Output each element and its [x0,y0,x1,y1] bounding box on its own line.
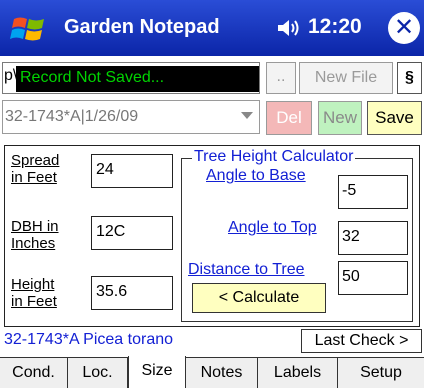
height-label-line1: Height [11,276,55,293]
record-select-value: 32-1743*A|1/26/09 [5,108,139,125]
clock[interactable]: 12:20 [308,15,362,39]
dbh-input[interactable]: 12C [91,216,173,250]
section-button[interactable]: § [397,62,422,94]
dbh-label-line1: DBH in [11,218,59,235]
title-bar: Garden Notepad 12:20 ✕ [0,0,424,56]
chevron-down-icon[interactable] [241,112,253,119]
size-panel: Spread in Feet 24 DBH in Inches 12C Heig… [4,145,420,327]
new-record-button[interactable]: New [318,101,362,135]
delete-button[interactable]: Del [266,101,312,135]
angle-to-top-link[interactable]: Angle to Top [228,219,317,237]
tab-notes[interactable]: Notes [186,358,258,388]
filename-field[interactable]: p\t Record Not Saved... [2,62,260,94]
save-button[interactable]: Save [367,101,422,135]
angle-to-base-input[interactable]: -5 [338,175,408,209]
distance-to-tree-link[interactable]: Distance to Tree [188,261,305,279]
tree-height-calculator: Tree Height Calculator Angle to Base -5 … [181,148,413,322]
spread-label-line1: Spread [11,152,60,169]
record-select[interactable]: 32-1743*A|1/26/09 [2,100,260,134]
spread-label-line2: in Feet [11,169,57,186]
spread-label: Spread in Feet [11,152,59,186]
app-title: Garden Notepad [64,16,220,38]
status-banner: Record Not Saved... [16,66,259,92]
calculate-button[interactable]: < Calculate [192,283,326,313]
calculator-legend: Tree Height Calculator [192,148,356,166]
browse-button[interactable]: .. [266,62,296,94]
height-label: Height in Feet [11,276,57,310]
windows-logo-icon[interactable] [10,14,48,44]
tab-bar: Cond. Loc. Size Notes Labels Setup [0,356,424,388]
dbh-label-line2: Inches [11,235,56,252]
angle-to-base-link[interactable]: Angle to Base [206,167,306,185]
tab-loc[interactable]: Loc. [68,358,128,388]
dbh-label: DBH in Inches [11,218,59,252]
tab-cond[interactable]: Cond. [0,358,68,388]
tab-setup[interactable]: Setup [338,358,424,388]
speaker-icon[interactable] [276,17,300,39]
distance-to-tree-input[interactable]: 50 [338,261,408,295]
species-label: 32-1743*A Picea torano [4,331,174,348]
height-label-line2: in Feet [11,293,57,310]
close-icon[interactable]: ✕ [388,12,420,44]
spread-input[interactable]: 24 [91,154,173,188]
angle-to-top-input[interactable]: 32 [338,221,408,255]
last-check-button[interactable]: Last Check > [301,329,422,353]
tab-size[interactable]: Size [128,356,186,388]
new-file-button[interactable]: New File [299,62,393,94]
tab-labels[interactable]: Labels [258,358,338,388]
height-input[interactable]: 35.6 [91,276,173,310]
